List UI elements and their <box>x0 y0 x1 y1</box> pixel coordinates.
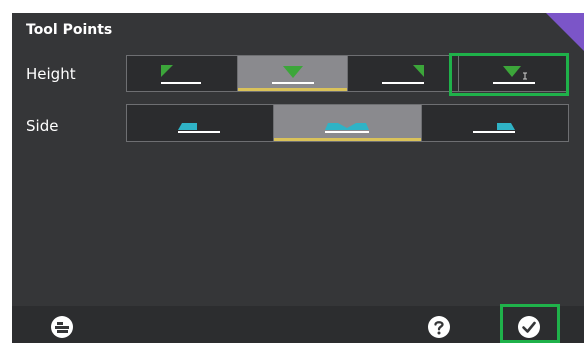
selected-underline <box>237 88 347 91</box>
height-option-left-edge[interactable] <box>127 56 238 91</box>
height-label: Height <box>26 65 76 83</box>
side-label: Side <box>26 117 59 135</box>
tool-points-dialog: Tool Points Height Side <box>12 13 584 343</box>
height-center-icon <box>271 66 314 84</box>
height-option-center[interactable] <box>237 56 348 91</box>
side-selector <box>126 104 569 142</box>
machine-button[interactable] <box>50 315 74 339</box>
height-option-right-edge[interactable] <box>348 56 459 91</box>
dialog-title: Tool Points <box>26 22 113 38</box>
height-center-alt-icon <box>492 66 535 84</box>
height-option-center-alt[interactable] <box>459 56 569 91</box>
help-button[interactable] <box>427 315 451 339</box>
question-icon <box>428 316 450 338</box>
side-center-icon <box>325 123 370 133</box>
height-left-edge-icon <box>161 65 201 84</box>
bottom-bar <box>12 306 584 343</box>
checkmark-icon <box>518 316 540 338</box>
height-selector <box>126 55 569 92</box>
selected-underline <box>274 138 421 141</box>
corner-accent <box>546 13 584 51</box>
machine-icon <box>51 316 73 338</box>
side-left-icon <box>178 123 220 133</box>
side-option-center[interactable] <box>274 105 422 141</box>
side-option-right[interactable] <box>422 105 568 141</box>
height-right-edge-icon <box>382 65 424 84</box>
side-right-icon <box>472 123 515 133</box>
side-option-left[interactable] <box>127 105 275 141</box>
confirm-button[interactable] <box>517 315 541 339</box>
